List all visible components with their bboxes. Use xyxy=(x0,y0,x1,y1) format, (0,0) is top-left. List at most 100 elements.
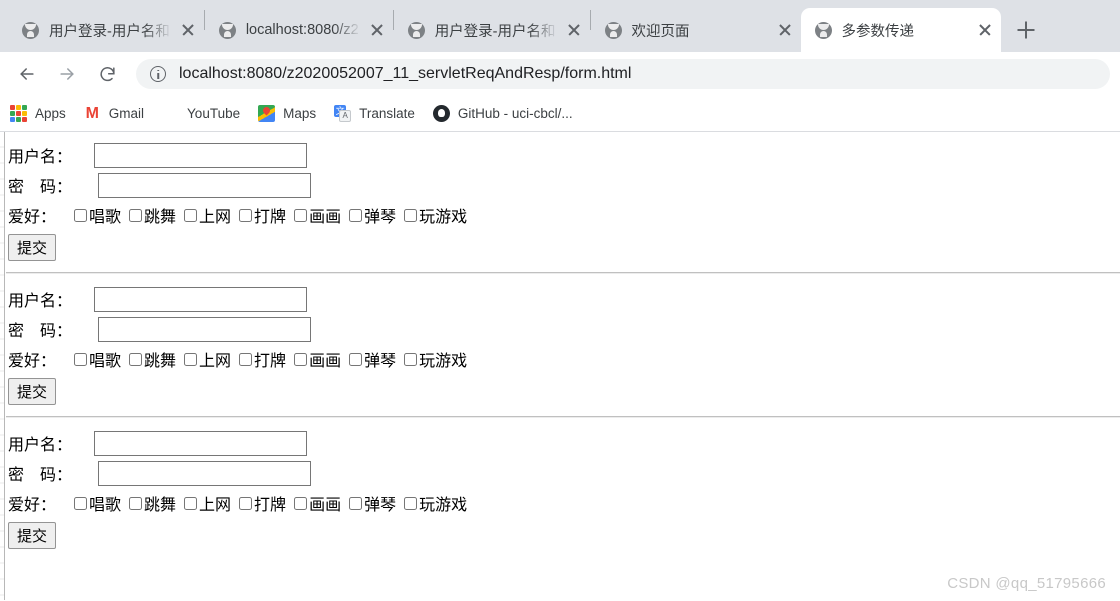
hobby-checkbox[interactable] xyxy=(129,352,143,366)
hobby-option-7[interactable]: 玩游戏 xyxy=(404,203,467,227)
hobby-checkbox[interactable] xyxy=(404,496,418,510)
hobby-option-3[interactable]: 上网 xyxy=(184,491,231,515)
hobby-checkbox[interactable] xyxy=(404,352,418,366)
close-icon[interactable] xyxy=(562,18,586,42)
site-info-icon[interactable] xyxy=(150,66,166,82)
username-input[interactable] xyxy=(94,142,307,168)
hobby-checkbox[interactable] xyxy=(239,208,253,222)
hobby-checkbox[interactable] xyxy=(294,496,308,510)
hobby-checkbox[interactable] xyxy=(404,208,418,222)
back-arrow-icon[interactable] xyxy=(10,57,44,91)
hobby-option-label: 画画 xyxy=(309,495,342,514)
url-text: localhost:8080/z2020052007_11_servletReq… xyxy=(179,65,632,82)
hobby-option-6[interactable]: 弹琴 xyxy=(349,203,396,227)
hobby-checkbox[interactable] xyxy=(349,496,363,510)
hobby-option-1[interactable]: 唱歌 xyxy=(74,491,121,515)
hobby-option-7[interactable]: 玩游戏 xyxy=(404,491,467,515)
hobby-option-label: 上网 xyxy=(199,207,232,226)
hobby-option-5[interactable]: 画画 xyxy=(294,491,341,515)
bookmark-label: Translate xyxy=(359,106,415,121)
tab-title: 多参数传递 xyxy=(841,23,915,40)
tab-favicon-icon xyxy=(22,21,39,39)
username-input[interactable] xyxy=(94,286,307,312)
hobby-checkbox[interactable] xyxy=(294,208,308,222)
hobby-option-5[interactable]: 画画 xyxy=(294,203,341,227)
hobby-option-label: 画画 xyxy=(309,207,342,226)
hobby-option-1[interactable]: 唱歌 xyxy=(74,203,121,227)
bookmark-youtube[interactable]: YouTube xyxy=(162,105,240,122)
submit-button[interactable]: 提交 xyxy=(8,377,57,405)
forms-container: 用户名：密 码： 爱好： 唱歌 跳舞 上网 打牌 画画 弹琴 玩游戏 提交 用户名：密 码： 爱好：唱… xyxy=(0,140,1120,549)
hobby-option-3[interactable]: 上网 xyxy=(184,347,231,371)
browser-tab-5-active[interactable]: 多参数传递 xyxy=(800,8,1001,52)
form-separator xyxy=(6,416,1120,418)
password-input[interactable] xyxy=(98,172,311,198)
hobby-option-6[interactable]: 弹琴 xyxy=(349,491,396,515)
hobby-label: 爱好： xyxy=(8,207,57,226)
page-content: 用户名：密 码： 爱好： 唱歌 跳舞 上网 打牌 画画 弹琴 玩游戏 提交 用户名：密 码： 爱好：唱… xyxy=(0,132,1120,600)
login-form-1: 用户名： 密 码： 爱好： 唱歌 跳舞 上网 打牌 画画 弹琴 玩游戏提交 xyxy=(0,140,1120,261)
bookmark-apps[interactable]: Apps xyxy=(10,105,66,122)
hobby-option-4[interactable]: 打牌 xyxy=(239,203,286,227)
hobby-option-2[interactable]: 跳舞 xyxy=(129,347,176,371)
hobby-option-label: 打牌 xyxy=(254,351,287,370)
bookmark-maps[interactable]: Maps xyxy=(258,105,316,122)
hobby-option-7[interactable]: 玩游戏 xyxy=(404,347,467,371)
password-input[interactable] xyxy=(98,460,311,486)
browser-tab-3[interactable]: 用户登录-用户名和 xyxy=(394,8,590,52)
tab-favicon-icon xyxy=(407,21,425,39)
hobby-row: 爱好： 唱歌 跳舞 上网 打牌 画画 弹琴 玩游戏 xyxy=(8,200,1120,230)
hobby-checkbox[interactable] xyxy=(74,352,87,366)
bookmark-translate[interactable]: Translate xyxy=(334,105,415,122)
bookmark-github[interactable]: GitHub - uci-cbcl/... xyxy=(432,105,573,122)
hobby-option-2[interactable]: 跳舞 xyxy=(129,491,176,515)
hobby-checkbox[interactable] xyxy=(129,208,143,222)
bookmark-label: Maps xyxy=(283,106,317,121)
hobby-option-3[interactable]: 上网 xyxy=(184,203,231,227)
hobby-option-5[interactable]: 画画 xyxy=(294,347,341,371)
hobby-option-label: 打牌 xyxy=(254,495,287,514)
hobby-checkbox[interactable] xyxy=(294,352,308,366)
hobby-option-4[interactable]: 打牌 xyxy=(239,347,286,371)
submit-button[interactable]: 提交 xyxy=(8,521,57,549)
hobby-row: 爱好： 唱歌 跳舞 上网 打牌 画画 弹琴 玩游戏 xyxy=(8,488,1120,518)
close-icon[interactable] xyxy=(973,18,997,42)
username-row: 用户名： xyxy=(8,140,1120,170)
hobby-label: 爱好： xyxy=(8,495,57,514)
browser-tab-4[interactable]: 欢迎页面 xyxy=(591,8,801,52)
forward-arrow-icon[interactable] xyxy=(50,57,84,91)
hobby-option-2[interactable]: 跳舞 xyxy=(129,203,176,227)
password-row: 密 码： xyxy=(8,458,1120,488)
hobby-checkbox[interactable] xyxy=(349,352,363,366)
submit-button[interactable]: 提交 xyxy=(8,233,57,261)
address-bar[interactable]: localhost:8080/z2020052007_11_servletReq… xyxy=(136,59,1110,89)
tab-favicon-icon xyxy=(814,21,832,39)
close-icon[interactable] xyxy=(176,18,200,42)
hobby-checkbox[interactable] xyxy=(239,352,253,366)
browser-tab-2[interactable]: localhost:8080/z2 xyxy=(205,8,393,52)
hobby-checkbox[interactable] xyxy=(239,496,253,510)
bookmark-gmail[interactable]: M Gmail xyxy=(84,105,144,122)
hobby-checkbox[interactable] xyxy=(74,496,87,510)
hobby-checkbox[interactable] xyxy=(349,208,363,222)
close-icon[interactable] xyxy=(773,18,797,42)
hobby-checkbox[interactable] xyxy=(74,208,87,222)
apps-grid-icon xyxy=(10,105,27,122)
hobby-option-label: 唱歌 xyxy=(89,495,122,514)
password-input[interactable] xyxy=(98,316,311,342)
hobby-option-1[interactable]: 唱歌 xyxy=(74,347,121,371)
password-label: 密 码： xyxy=(8,177,73,196)
hobby-checkbox[interactable] xyxy=(184,496,198,510)
browser-tab-1[interactable]: 用户登录-用户名和 xyxy=(8,8,204,52)
tab-title: localhost:8080/z2 xyxy=(245,22,359,38)
reload-icon[interactable] xyxy=(90,57,124,91)
username-input[interactable] xyxy=(94,430,307,456)
hobby-checkbox[interactable] xyxy=(184,352,198,366)
new-tab-button[interactable] xyxy=(1009,13,1043,47)
hobby-checkbox[interactable] xyxy=(129,496,143,510)
hobby-option-4[interactable]: 打牌 xyxy=(239,491,286,515)
hobby-option-6[interactable]: 弹琴 xyxy=(349,347,396,371)
close-icon[interactable] xyxy=(365,18,389,42)
hobby-checkbox[interactable] xyxy=(184,208,198,222)
hobby-option-label: 跳舞 xyxy=(144,495,177,514)
